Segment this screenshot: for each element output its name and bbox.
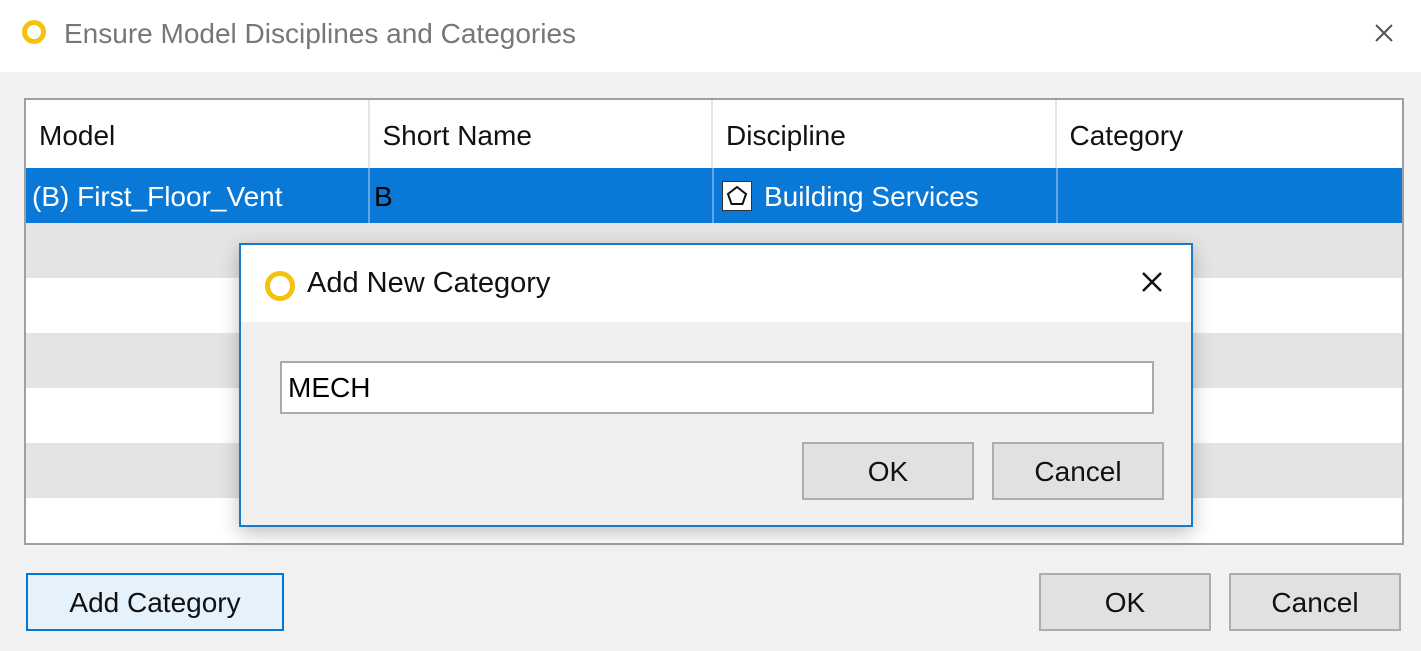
close-icon [1142, 272, 1162, 292]
add-category-button[interactable]: Add Category [26, 573, 284, 631]
modal-title: Add New Category [307, 267, 551, 299]
add-new-category-dialog: Add New Category OK Cancel [239, 243, 1193, 527]
table-row[interactable]: (B) First_Floor_Vent B Building Services [26, 168, 1402, 223]
category-name-input[interactable] [280, 361, 1154, 414]
app-logo-icon [265, 271, 295, 301]
grid-header: Model Short Name Discipline Category [26, 100, 1398, 168]
window-close-icon[interactable] [1367, 16, 1401, 50]
column-header-discipline[interactable]: Discipline [713, 100, 1057, 168]
column-header-short-name[interactable]: Short Name [370, 100, 713, 168]
column-header-category[interactable]: Category [1057, 100, 1399, 168]
cell-model[interactable]: (B) First_Floor_Vent [26, 168, 370, 223]
modal-ok-button[interactable]: OK [802, 442, 974, 500]
modal-titlebar: Add New Category [241, 245, 1191, 322]
cell-discipline-label: Building Services [764, 181, 979, 212]
modal-close-icon[interactable] [1135, 265, 1169, 299]
modal-cancel-button[interactable]: Cancel [992, 442, 1164, 500]
window-titlebar: Ensure Model Disciplines and Categories [0, 0, 1421, 72]
app-logo-icon [22, 20, 46, 44]
column-header-model[interactable]: Model [26, 100, 370, 168]
cell-discipline[interactable]: Building Services [714, 168, 1058, 223]
ok-button[interactable]: OK [1039, 573, 1211, 631]
pentagon-icon [722, 180, 752, 211]
cancel-button[interactable]: Cancel [1229, 573, 1401, 631]
window-title: Ensure Model Disciplines and Categories [64, 18, 577, 49]
cell-short-name[interactable]: B [370, 168, 714, 223]
close-icon [1375, 24, 1393, 42]
cell-category[interactable] [1058, 168, 1398, 223]
